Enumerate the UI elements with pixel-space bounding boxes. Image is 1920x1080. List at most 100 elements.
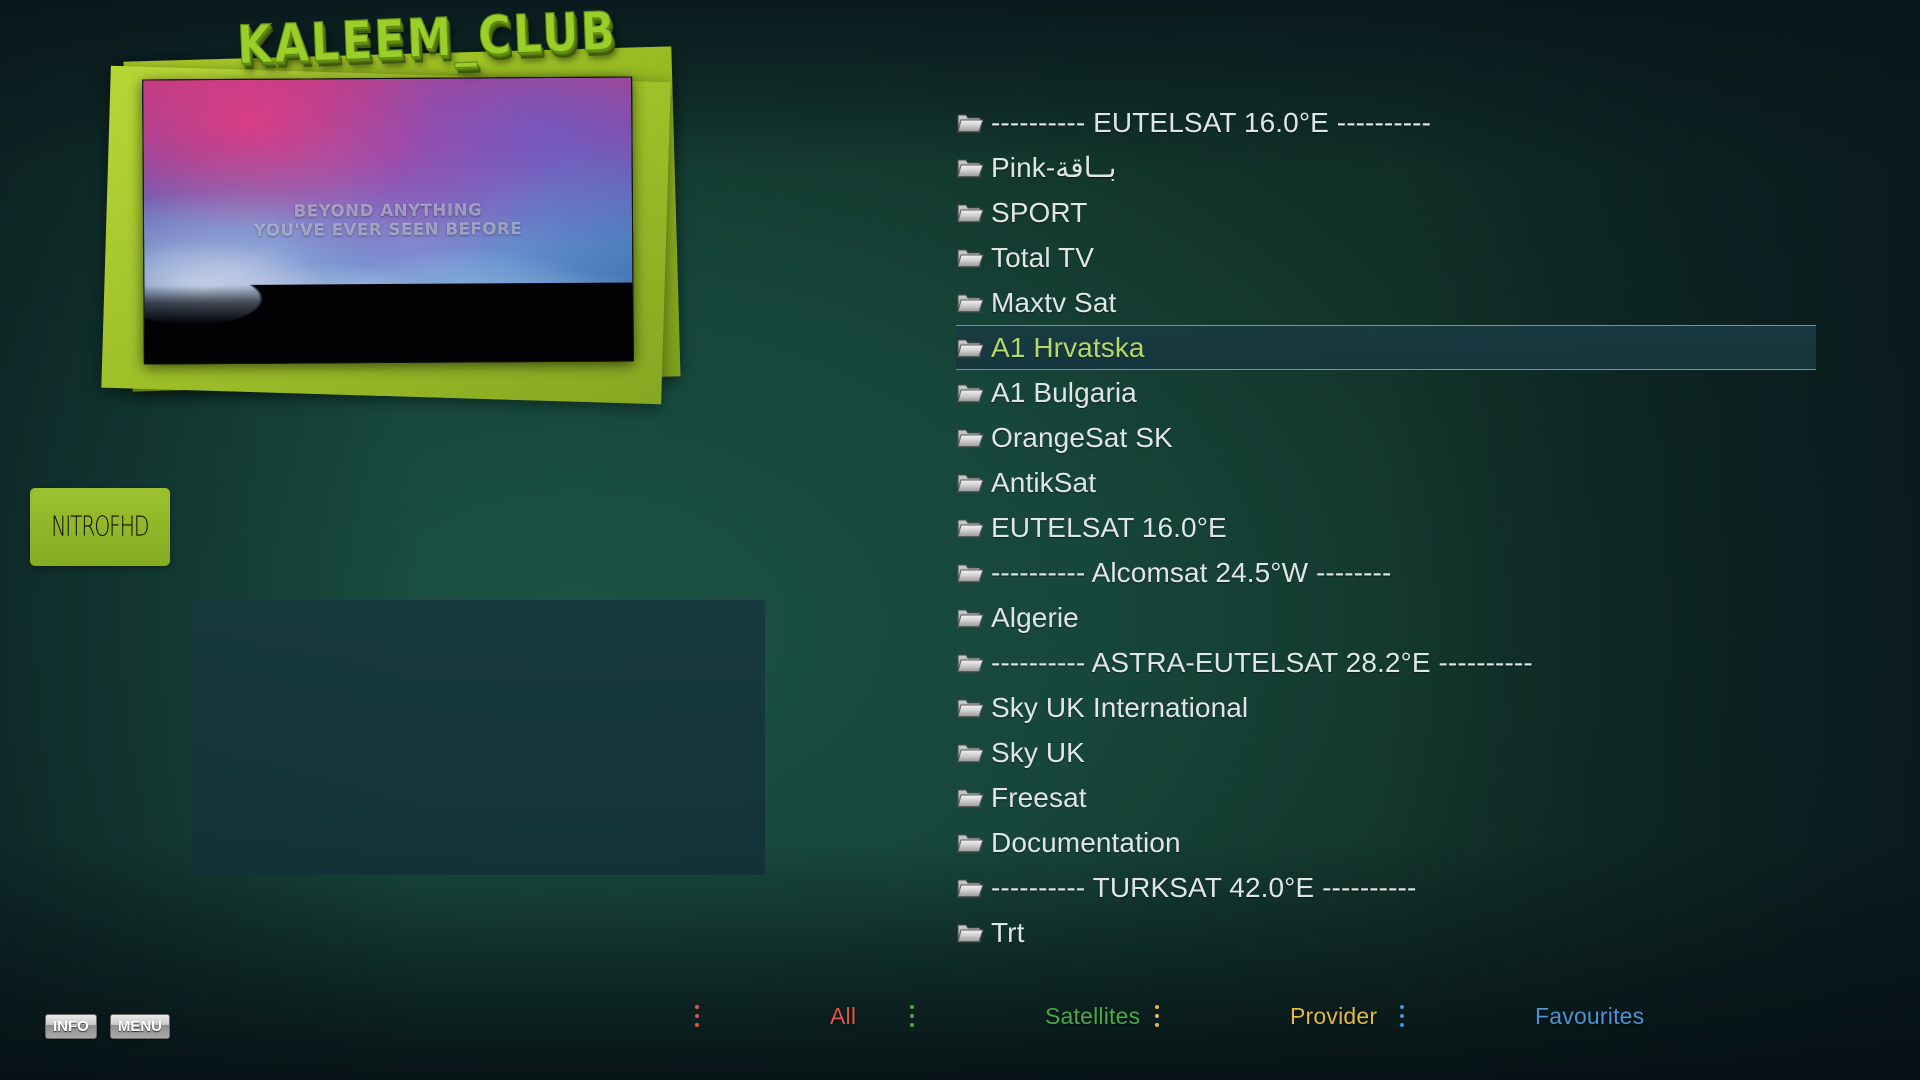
bouquet-label: OrangeSat SK	[991, 421, 1173, 453]
bouquet-row[interactable]: AntikSat	[956, 460, 1916, 505]
color-dot-indicator	[1150, 1005, 1164, 1027]
bouquet-label: ---------- EUTELSAT 16.0°E ----------	[991, 106, 1432, 138]
folder-icon	[957, 294, 984, 312]
bouquet-row[interactable]: Sky UK	[956, 730, 1916, 775]
folder-icon	[956, 876, 986, 900]
folder-icon	[957, 519, 984, 537]
bouquet-row[interactable]: Total TV	[956, 235, 1916, 280]
bouquet-label: Documentation	[991, 826, 1181, 858]
preview-image[interactable]: BEYOND ANYTHING YOU'VE EVER SEEN BEFORE	[142, 76, 634, 365]
folder-icon	[957, 834, 984, 852]
folder-icon	[956, 246, 986, 270]
info-button[interactable]: INFO	[45, 1014, 97, 1039]
bouquet-row[interactable]: OrangeSat SK	[956, 415, 1916, 460]
color-dot-indicator	[905, 1005, 919, 1027]
bouquet-label: AntikSat	[991, 466, 1097, 498]
bouquet-row[interactable]: Documentation	[956, 820, 1916, 865]
folder-icon	[957, 339, 984, 357]
hardware-button-group: INFO MENU	[45, 1014, 171, 1039]
color-key-all[interactable]: All	[690, 1003, 856, 1029]
nitro-badge-label: NITROFHD	[51, 511, 149, 543]
bouquet-row-selected[interactable]: A1 Hrvatska	[956, 325, 1816, 370]
folder-icon	[957, 204, 984, 222]
folder-icon	[956, 111, 986, 135]
bouquet-label: SPORT	[991, 196, 1088, 228]
bouquet-row[interactable]: EUTELSAT 16.0°E	[956, 505, 1916, 550]
folder-icon	[957, 789, 984, 807]
folder-icon	[956, 831, 986, 855]
folder-icon	[956, 471, 986, 495]
folder-icon	[956, 606, 986, 630]
epg-info-panel	[192, 600, 765, 875]
folder-icon	[956, 516, 986, 540]
folder-icon	[956, 921, 986, 945]
bouquet-label: Algerie	[991, 601, 1079, 633]
folder-icon	[957, 924, 984, 942]
folder-icon	[957, 159, 984, 177]
bottom-bar: INFO MENU All Satellites Provider Favourites	[0, 994, 1920, 1080]
bouquet-row[interactable]: Freesat	[956, 775, 1916, 820]
bouquet-row[interactable]: SPORT	[956, 190, 1916, 235]
folder-icon	[956, 561, 986, 585]
folder-icon	[956, 426, 986, 450]
bouquet-label: ---------- TURKSAT 42.0°E ----------	[991, 871, 1417, 903]
color-key-satellites[interactable]: Satellites	[905, 1003, 1140, 1029]
color-key-provider[interactable]: Provider	[1150, 1003, 1377, 1029]
bouquet-row[interactable]: Algerie	[956, 595, 1916, 640]
bouquet-row[interactable]: Pink-بــاقة	[956, 145, 1916, 190]
bouquet-label: Sky UK International	[991, 691, 1249, 723]
folder-icon	[957, 609, 984, 627]
bouquet-row[interactable]: Trt	[956, 910, 1916, 955]
folder-icon	[957, 564, 984, 582]
bouquet-row[interactable]: ---------- ASTRA-EUTELSAT 28.2°E -------…	[956, 640, 1916, 685]
bouquet-label: A1 Bulgaria	[991, 376, 1137, 408]
bouquet-row[interactable]: Maxtv Sat	[956, 280, 1916, 325]
bouquet-list[interactable]: ---------- EUTELSAT 16.0°E ---------- Pin…	[956, 100, 1916, 960]
bouquet-row[interactable]: ---------- EUTELSAT 16.0°E ----------	[956, 100, 1916, 145]
nitro-badge: NITROFHD	[30, 488, 170, 566]
folder-icon	[956, 786, 986, 810]
color-key-label: Provider	[1290, 1003, 1378, 1029]
bouquet-label: A1 Hrvatska	[991, 331, 1145, 363]
bouquet-row[interactable]: ---------- TURKSAT 42.0°E ----------	[956, 865, 1916, 910]
bouquet-label: Trt	[991, 916, 1025, 948]
bouquet-row[interactable]: ---------- Alcomsat 24.5°W --------	[956, 550, 1916, 595]
color-key-label: Favourites	[1535, 1003, 1645, 1029]
bouquet-label: Total TV	[991, 241, 1094, 273]
folder-icon	[956, 651, 986, 675]
folder-icon	[956, 201, 986, 225]
folder-icon	[956, 336, 986, 360]
bouquet-row[interactable]: A1 Bulgaria	[956, 370, 1916, 415]
folder-icon	[956, 381, 986, 405]
bouquet-label: Maxtv Sat	[991, 286, 1117, 318]
folder-icon	[956, 741, 986, 765]
preview-caption: BEYOND ANYTHING YOU'VE EVER SEEN BEFORE	[253, 200, 523, 240]
color-key-favourites[interactable]: Favourites	[1395, 1003, 1644, 1029]
bouquet-label: Sky UK	[991, 736, 1085, 768]
folder-icon	[957, 114, 984, 132]
folder-icon	[957, 249, 984, 267]
bouquet-label: ---------- Alcomsat 24.5°W --------	[991, 556, 1392, 588]
preview-frame: BEYOND ANYTHING YOU'VE EVER SEEN BEFORE	[100, 46, 700, 405]
bouquet-row[interactable]: Sky UK International	[956, 685, 1916, 730]
folder-icon	[956, 156, 986, 180]
folder-icon	[957, 654, 984, 672]
color-key-label: Satellites	[1045, 1003, 1141, 1029]
smoke-shadow	[144, 282, 633, 364]
color-dot-indicator	[1395, 1005, 1409, 1027]
bouquet-label: ---------- ASTRA-EUTELSAT 28.2°E -------…	[991, 646, 1533, 678]
bouquet-label: Freesat	[991, 781, 1087, 813]
folder-icon	[957, 384, 984, 402]
folder-icon	[956, 291, 986, 315]
menu-button[interactable]: MENU	[109, 1014, 171, 1039]
color-key-label: All	[830, 1003, 857, 1029]
color-dot-indicator	[690, 1005, 704, 1027]
bouquet-label: EUTELSAT 16.0°E	[991, 511, 1227, 543]
folder-icon	[957, 699, 984, 717]
bouquet-label: Pink-بــاقة	[991, 152, 1117, 183]
folder-icon	[957, 474, 984, 492]
folder-icon	[957, 744, 984, 762]
folder-icon	[957, 879, 984, 897]
folder-icon	[957, 429, 984, 447]
folder-icon	[956, 696, 986, 720]
